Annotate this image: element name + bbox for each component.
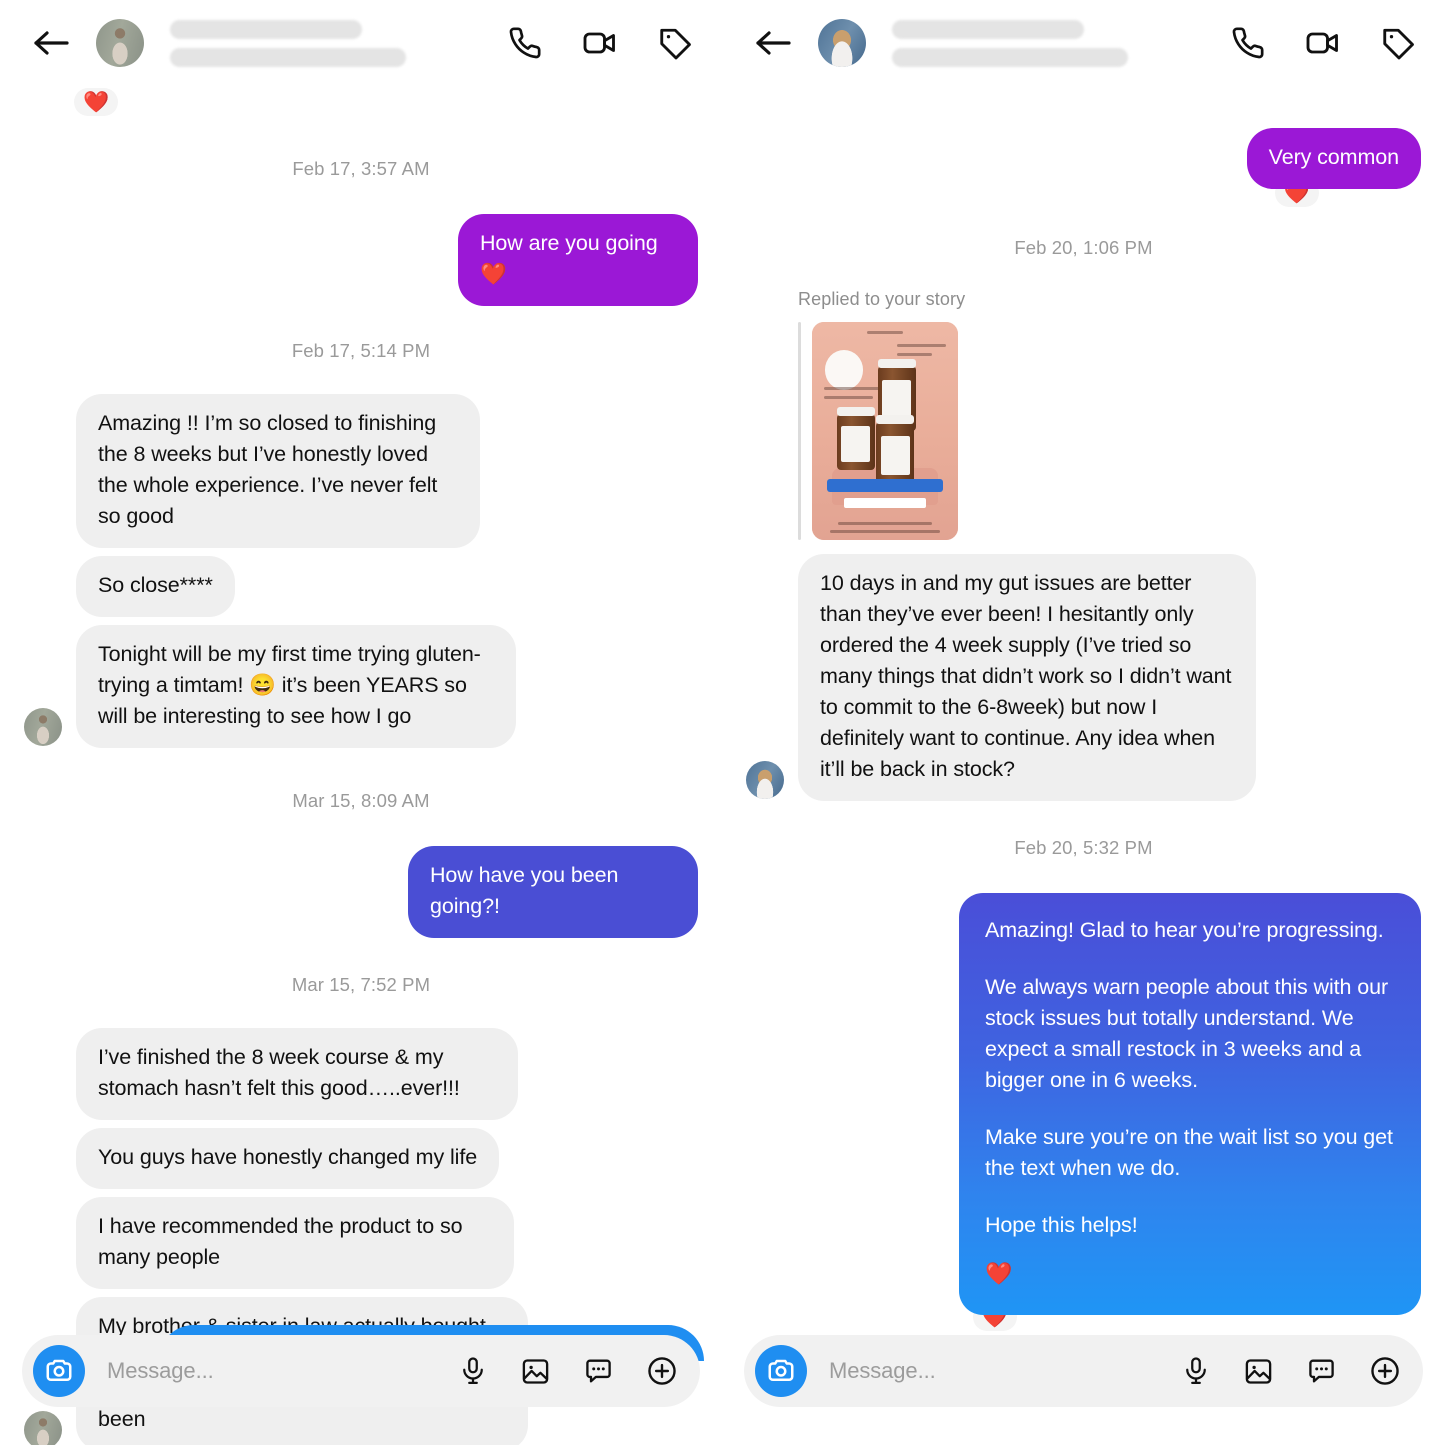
back-arrow-icon[interactable]: [28, 20, 74, 66]
message-thread-left: ❤️ Feb 17, 3:57 AM How are you going ❤️ …: [0, 88, 722, 1445]
message-row-incoming: Tonight will be my first time trying glu…: [24, 625, 698, 748]
composer-actions: [1181, 1355, 1401, 1387]
left-chat-panel: ❤️ Feb 17, 3:57 AM How are you going ❤️ …: [0, 0, 722, 1445]
photo-icon[interactable]: [520, 1356, 551, 1387]
message-bubble[interactable]: Very common: [1246, 128, 1421, 189]
microphone-icon[interactable]: [458, 1356, 488, 1386]
camera-icon[interactable]: [755, 1345, 807, 1397]
message-bubble[interactable]: Amazing !! I’m so closed to finishing th…: [76, 394, 480, 548]
camera-icon[interactable]: [33, 1345, 85, 1397]
phone-icon[interactable]: [508, 26, 542, 60]
video-camera-icon[interactable]: [1305, 25, 1341, 61]
message-bubble[interactable]: How have you been going?!: [408, 846, 698, 938]
composer-actions: [458, 1355, 678, 1387]
story-reply-label: Replied to your story: [798, 289, 966, 309]
video-camera-icon[interactable]: [582, 25, 618, 61]
sticker-icon[interactable]: [1306, 1356, 1337, 1387]
plus-icon[interactable]: [1369, 1355, 1401, 1387]
back-arrow-icon[interactable]: [750, 20, 796, 66]
message-paragraph: Make sure you’re on the wait list so you…: [985, 1125, 1393, 1180]
timestamp-divider: Mar 15, 8:09 AM: [292, 790, 430, 811]
redacted-name-bar: [892, 19, 1084, 39]
message-row-outgoing: How have you been going?!: [24, 846, 698, 938]
avatar[interactable]: [818, 19, 866, 67]
timestamp-divider: Feb 17, 5:14 PM: [291, 340, 431, 361]
message-thread-right: Very common ❤️ Feb 20, 1:06 PM Replied t…: [722, 128, 1445, 1331]
redacted-handle-bar: [170, 47, 406, 67]
message-bubble[interactable]: You guys have honestly changed my life: [76, 1128, 500, 1189]
right-chat-panel: Very common ❤️ Feb 20, 1:06 PM Replied t…: [722, 0, 1445, 1445]
tag-icon[interactable]: [658, 25, 694, 61]
reaction-row: ❤️: [24, 88, 698, 116]
message-bubble[interactable]: 10 days in and my gut issues are better …: [798, 554, 1256, 801]
message-bubble[interactable]: I have recommended the product to so man…: [76, 1197, 514, 1289]
contact-name-redacted[interactable]: [144, 19, 508, 67]
timestamp-divider: Feb 17, 3:57 AM: [292, 158, 430, 179]
avatar[interactable]: [24, 1411, 62, 1445]
message-group-incoming: Amazing !! I’m so closed to finishing th…: [24, 394, 698, 617]
message-bubble[interactable]: So close****: [76, 556, 235, 617]
microphone-icon[interactable]: [1181, 1356, 1211, 1386]
story-thumbnail[interactable]: [812, 322, 958, 540]
header-actions: [508, 25, 700, 61]
timestamp-divider: Feb 20, 1:06 PM: [1014, 237, 1153, 258]
message-group-incoming: I’ve finished the 8 week course & my sto…: [24, 1028, 698, 1289]
message-row-outgoing: Very common ❤️: [746, 128, 1421, 207]
avatar[interactable]: [96, 19, 144, 67]
message-paragraph: Hope this helps!: [985, 1213, 1138, 1237]
chat-header-right: [722, 0, 1445, 86]
story-reply-rail: [798, 322, 801, 540]
message-paragraph: Amazing! Glad to hear you’re progressing…: [985, 918, 1384, 942]
story-reply-row: Replied to your story: [746, 289, 1421, 540]
phone-icon[interactable]: [1231, 26, 1265, 60]
composer-left: Message...: [0, 1325, 722, 1407]
tag-icon[interactable]: [1381, 25, 1417, 61]
message-input[interactable]: Message...: [807, 1358, 1181, 1384]
redacted-handle-bar: [892, 47, 1128, 67]
redacted-name-bar: [170, 19, 362, 39]
timestamp-divider: Feb 20, 5:32 PM: [1014, 837, 1153, 858]
message-row-incoming: 10 days in and my gut issues are better …: [746, 554, 1421, 801]
avatar[interactable]: [24, 708, 62, 746]
dual-chat-screenshot: ❤️ Feb 17, 3:57 AM How are you going ❤️ …: [0, 0, 1445, 1445]
heart-reaction-inside[interactable]: ❤️: [985, 1263, 1395, 1285]
message-row-outgoing: How are you going ❤️: [24, 214, 698, 306]
plus-icon[interactable]: [646, 1355, 678, 1387]
chat-header-left: [0, 0, 722, 86]
contact-name-redacted[interactable]: [866, 19, 1231, 67]
timestamp-divider: Mar 15, 7:52 PM: [291, 974, 431, 995]
header-actions: [1231, 25, 1423, 61]
photo-icon[interactable]: [1243, 1356, 1274, 1387]
sticker-icon[interactable]: [583, 1356, 614, 1387]
composer-right: Message...: [722, 1335, 1445, 1407]
message-bubble[interactable]: How are you going ❤️: [458, 214, 698, 306]
heart-reaction[interactable]: ❤️: [74, 88, 119, 116]
message-paragraph: We always warn people about this with ou…: [985, 975, 1389, 1092]
message-input[interactable]: Message...: [85, 1358, 458, 1384]
message-bubble[interactable]: I’ve finished the 8 week course & my sto…: [76, 1028, 518, 1120]
message-bubble[interactable]: Tonight will be my first time trying glu…: [76, 625, 516, 748]
message-bubble[interactable]: Amazing! Glad to hear you’re progressing…: [959, 893, 1421, 1315]
message-row-outgoing: Amazing! Glad to hear you’re progressing…: [746, 893, 1421, 1331]
avatar[interactable]: [746, 761, 784, 799]
